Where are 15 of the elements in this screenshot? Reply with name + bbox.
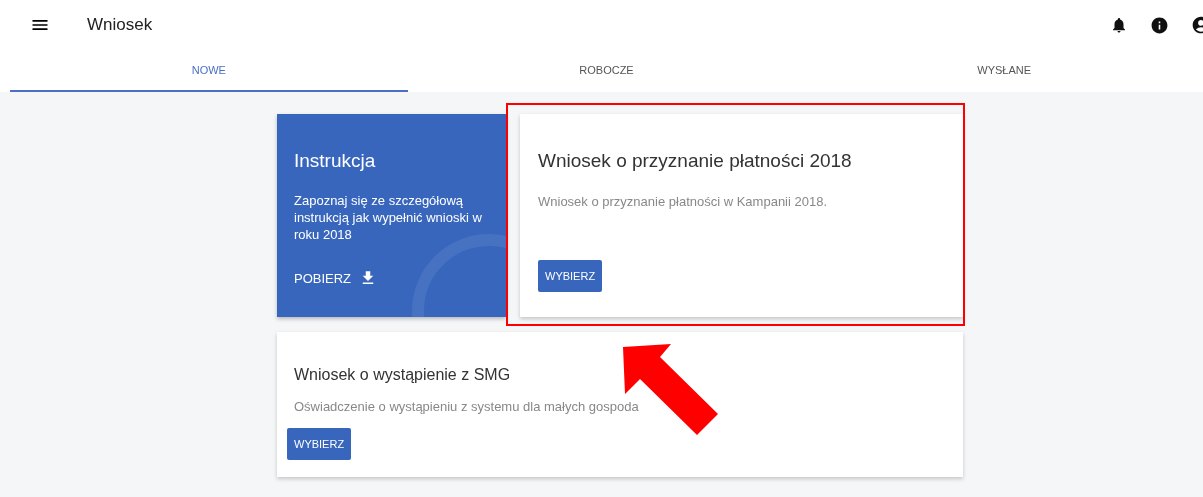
card-title: Wniosek o przyznanie płatności 2018 [538,150,853,172]
bell-icon[interactable] [1110,16,1128,34]
download-link[interactable]: POBIERZ [294,269,378,287]
card-title: Wniosek o wystąpienie z SMG [293,366,512,384]
instruction-title: Instrukcja [294,150,377,172]
select-button[interactable]: WYBIERZ [287,428,352,460]
card-description: Oświadczenie o wystąpieniu z systemu dla małych gospoda [293,399,640,414]
tab[interactable]: NOWE [10,50,408,92]
card-description: Wniosek o przyznanie płatności w Kampanii 2018. [538,194,829,209]
tab[interactable]: ROBOCZE [407,50,806,92]
page-title: Wniosek [87,15,154,35]
instruction-text: Zapoznaj się ze szczegółową instrukcją jak wypełnić wnioski w roku 2018 [294,192,483,243]
select-button[interactable]: WYBIERZ [538,260,603,292]
tab[interactable]: WYSŁANE [805,50,1203,92]
info-icon[interactable] [1150,15,1169,35]
